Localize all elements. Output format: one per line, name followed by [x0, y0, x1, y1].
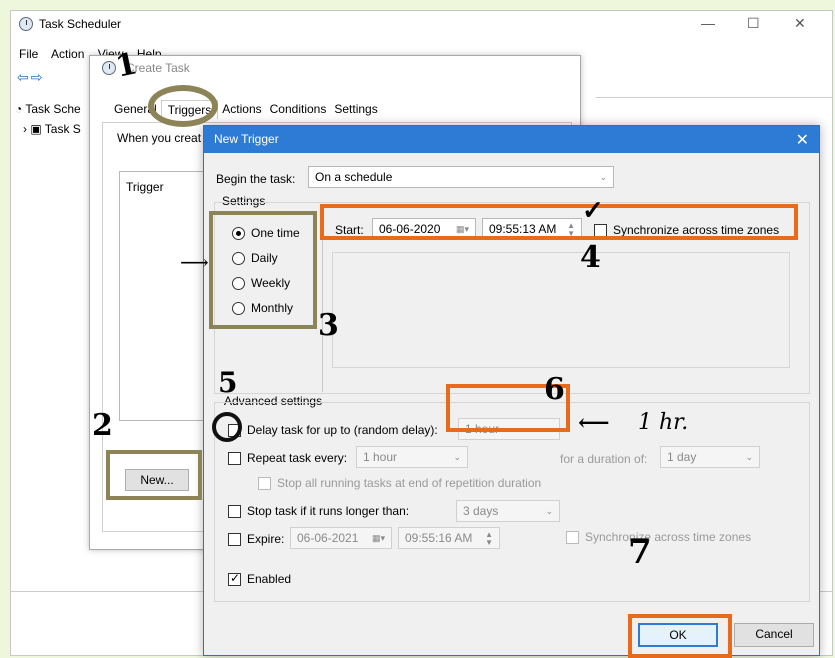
expire-sync-checkbox-label: Synchronize across time zones	[585, 530, 752, 544]
menu-action[interactable]: Action	[51, 47, 84, 61]
stop-longer-checkbox[interactable]: Stop task if it runs longer than:	[228, 504, 409, 518]
repeat-interval-select[interactable]: 1 hour ⌄	[356, 446, 468, 468]
begin-task-label: Begin the task:	[216, 172, 296, 186]
expire-date-value: 06-06-2021	[297, 531, 359, 545]
stop-longer-checkbox-label: Stop task if it runs longer than:	[247, 504, 410, 518]
tree-item-root[interactable]: ◔ Task Sche	[15, 99, 81, 119]
spinner-arrows-icon: ▲ ▼	[485, 530, 493, 547]
annotation-note: 1 hr.	[638, 410, 689, 435]
expire-sync-checkbox[interactable]: Synchronize across time zones	[566, 530, 751, 544]
chevron-down-icon: ⌄	[453, 452, 461, 462]
tab-actions[interactable]: Actions	[218, 100, 265, 119]
triggers-description: When you creat	[117, 131, 202, 145]
tree-item-library[interactable]: › ▣ Task S	[15, 119, 81, 139]
annotation-ok-box	[628, 614, 732, 658]
window-title: Task Scheduler	[19, 17, 121, 31]
navigation-tree: ◔ Task Sche › ▣ Task S	[15, 99, 81, 139]
maximize-button[interactable]: ☐	[747, 15, 760, 32]
expire-checkbox-box	[228, 532, 241, 546]
repeat-checkbox-label: Repeat task every:	[247, 451, 348, 465]
annotation-number-4: 4	[580, 240, 601, 275]
pane-divider	[596, 97, 832, 98]
enabled-checkbox-box	[228, 571, 241, 586]
cancel-button[interactable]: Cancel	[734, 623, 814, 647]
trigger-column-header: Trigger	[126, 180, 164, 194]
delay-checkbox-label: Delay task for up to (random delay):	[247, 423, 438, 437]
menu-file[interactable]: File	[19, 47, 38, 61]
begin-task-select[interactable]: On a schedule ⌄	[308, 166, 614, 188]
expire-time-spinner[interactable]: 09:55:16 AM ▲ ▼	[398, 527, 500, 549]
enabled-checkbox[interactable]: Enabled	[228, 571, 292, 586]
clock-icon	[19, 17, 33, 31]
repeat-task-checkbox[interactable]: Repeat task every:	[228, 451, 347, 465]
dialog-clock-icon	[102, 61, 116, 75]
toolbar: ⇦⇨	[17, 69, 44, 86]
stop-all-tasks-checkbox[interactable]: Stop all running tasks at end of repetit…	[258, 476, 541, 490]
expire-checkbox-label: Expire:	[247, 532, 285, 546]
arrow-icon: ⟶	[180, 250, 209, 274]
new-trigger-titlebar: New Trigger	[204, 126, 819, 153]
annotation-delay-circle	[212, 412, 242, 442]
annotation-number-6: 6	[544, 372, 565, 407]
stop-longer-value: 3 days	[463, 504, 499, 518]
chevron-down-icon: ⌄	[599, 172, 607, 182]
repeat-checkbox-box	[228, 451, 241, 465]
minimize-button[interactable]: —	[701, 15, 715, 31]
stop-all-checkbox-box	[258, 476, 271, 490]
check-mark-icon: ✓	[582, 196, 604, 226]
duration-label: for a duration of:	[560, 452, 648, 466]
begin-task-value: On a schedule	[315, 170, 393, 184]
back-arrow-icon[interactable]: ⇦	[17, 69, 31, 85]
annotation-start-box	[320, 204, 798, 240]
forward-arrow-icon[interactable]: ⇨	[31, 69, 45, 85]
new-trigger-title: New Trigger	[214, 132, 279, 146]
stop-all-checkbox-label: Stop all running tasks at end of repetit…	[277, 476, 542, 490]
expire-date-picker[interactable]: 06-06-2021 ▦▾	[290, 527, 392, 549]
annotation-number-3: 3	[318, 308, 339, 343]
expire-checkbox[interactable]: Expire:	[228, 532, 284, 546]
annotation-radio-box	[209, 211, 317, 329]
trigger-list[interactable]: Trigger	[119, 171, 211, 421]
repeat-interval-value: 1 hour	[363, 450, 398, 464]
expire-time-value: 09:55:16 AM	[405, 531, 473, 545]
left-arrow-icon: ⟵	[578, 410, 610, 436]
annotation-number-7: 7	[628, 532, 652, 572]
enabled-checkbox-label: Enabled	[247, 572, 292, 586]
tab-conditions[interactable]: Conditions	[266, 100, 331, 119]
expire-sync-checkbox-box	[566, 530, 579, 544]
tab-settings[interactable]: Settings	[330, 100, 381, 119]
schedule-detail-panel	[332, 252, 790, 368]
calendar-icon: ▦▾	[371, 533, 385, 543]
close-button[interactable]: ✕	[794, 15, 806, 32]
annotation-number-2: 2	[92, 408, 113, 443]
stop-longer-select[interactable]: 3 days ⌄	[456, 500, 560, 522]
chevron-down-icon: ⌄	[745, 452, 753, 462]
window-title-text: Task Scheduler	[39, 17, 122, 31]
annotation-new-box	[106, 450, 202, 500]
new-trigger-close-icon[interactable]: ✕	[796, 130, 809, 150]
delay-task-checkbox[interactable]: Delay task for up to (random delay):	[228, 423, 438, 437]
annotation-triggers-ellipse	[148, 85, 218, 127]
annotation-number-5: 5	[218, 366, 238, 399]
duration-select[interactable]: 1 day ⌄	[660, 446, 760, 468]
duration-value: 1 day	[667, 450, 697, 464]
chevron-down-icon: ⌄	[545, 506, 553, 516]
stop-longer-checkbox-box	[228, 504, 241, 518]
